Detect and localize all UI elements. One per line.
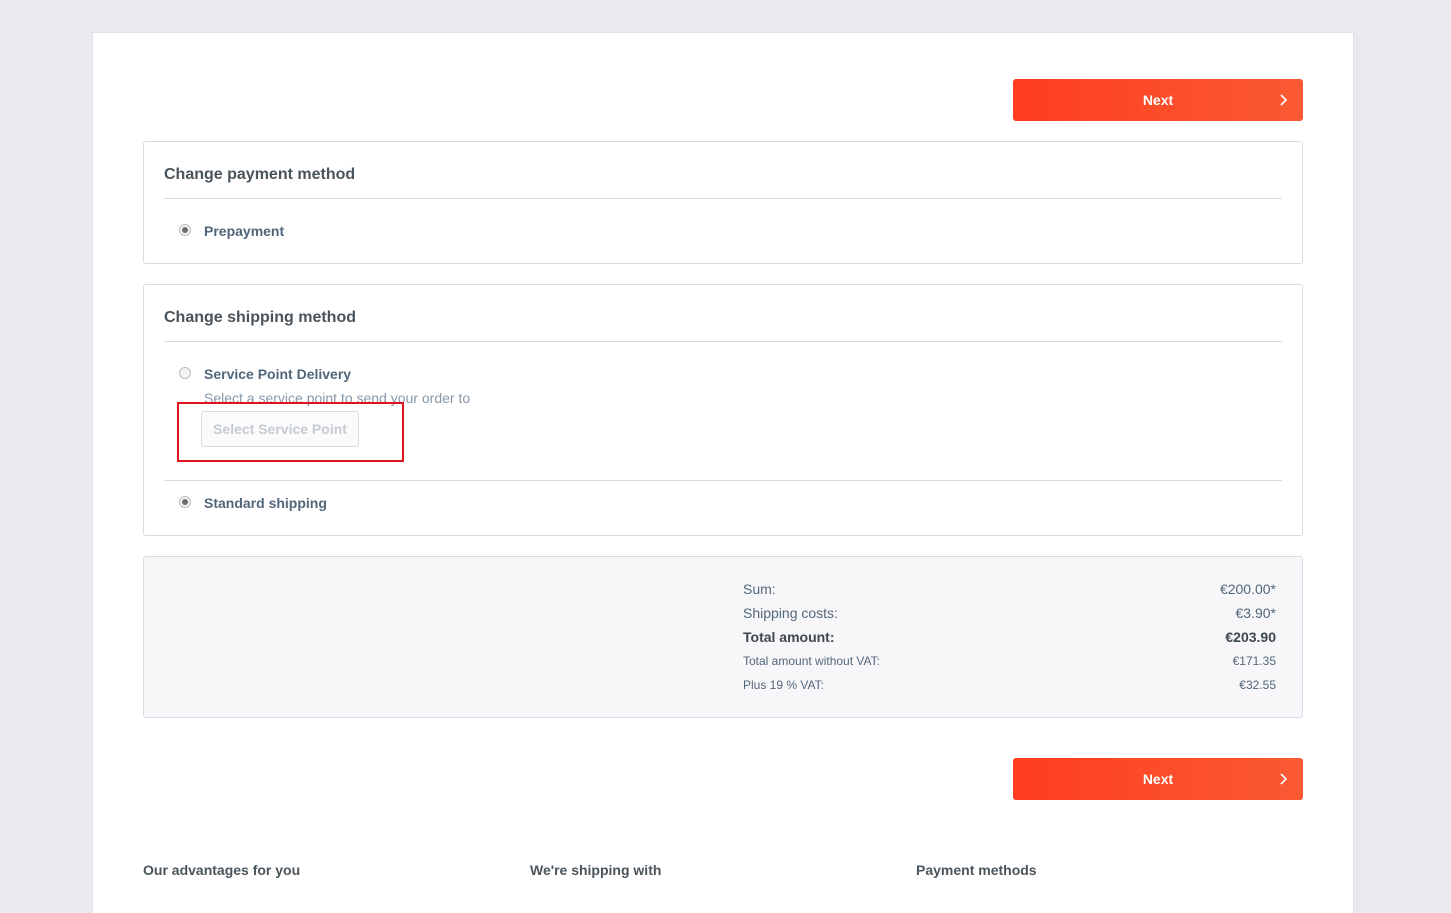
vat-label: Plus 19 % VAT: xyxy=(743,678,824,692)
divider xyxy=(164,480,1282,481)
footer-shipping-heading: We're shipping with xyxy=(530,862,662,878)
footer-advantages-heading: Our advantages for you xyxy=(143,862,301,878)
chevron-right-icon xyxy=(1280,94,1288,106)
shipping-method-title: Change shipping method xyxy=(164,309,356,326)
order-summary-panel: Sum: €200.00* Shipping costs: €3.90* Tot… xyxy=(143,556,1303,718)
next-button-top[interactable]: Next xyxy=(1013,79,1303,121)
shipping-costs-label: Shipping costs: xyxy=(743,605,838,621)
standard-shipping-radio[interactable] xyxy=(179,496,191,508)
sum-value: €200.00* xyxy=(1219,581,1276,597)
service-point-delivery-label[interactable]: Service Point Delivery xyxy=(204,366,351,382)
shipping-method-panel: Change shipping method Service Point Del… xyxy=(143,284,1303,536)
payment-method-panel: Change payment method Prepayment xyxy=(143,141,1303,264)
net-amount-label: Total amount without VAT: xyxy=(743,654,880,668)
next-button-label: Next xyxy=(1142,771,1174,787)
sum-label: Sum: xyxy=(743,581,776,597)
total-amount-label: Total amount: xyxy=(743,629,835,645)
total-amount-value: €203.90 xyxy=(1225,629,1276,645)
payment-method-title: Change payment method xyxy=(164,166,356,183)
service-point-delivery-radio[interactable] xyxy=(179,367,191,379)
prepayment-radio[interactable] xyxy=(179,224,191,236)
checkout-page: Next Change payment method Prepayment Ch… xyxy=(93,33,1353,913)
divider xyxy=(164,341,1282,342)
chevron-right-icon xyxy=(1280,773,1288,785)
standard-shipping-label[interactable]: Standard shipping xyxy=(204,495,327,511)
shipping-costs-value: €3.90* xyxy=(1235,605,1276,621)
highlight-box xyxy=(177,402,404,462)
prepayment-label[interactable]: Prepayment xyxy=(204,223,284,239)
next-button-label: Next xyxy=(1142,92,1174,108)
divider xyxy=(164,198,1282,199)
vat-value: €32.55 xyxy=(1239,678,1276,692)
footer-payment-heading: Payment methods xyxy=(916,862,1037,878)
net-amount-value: €171.35 xyxy=(1232,654,1276,668)
next-button-bottom[interactable]: Next xyxy=(1013,758,1303,800)
